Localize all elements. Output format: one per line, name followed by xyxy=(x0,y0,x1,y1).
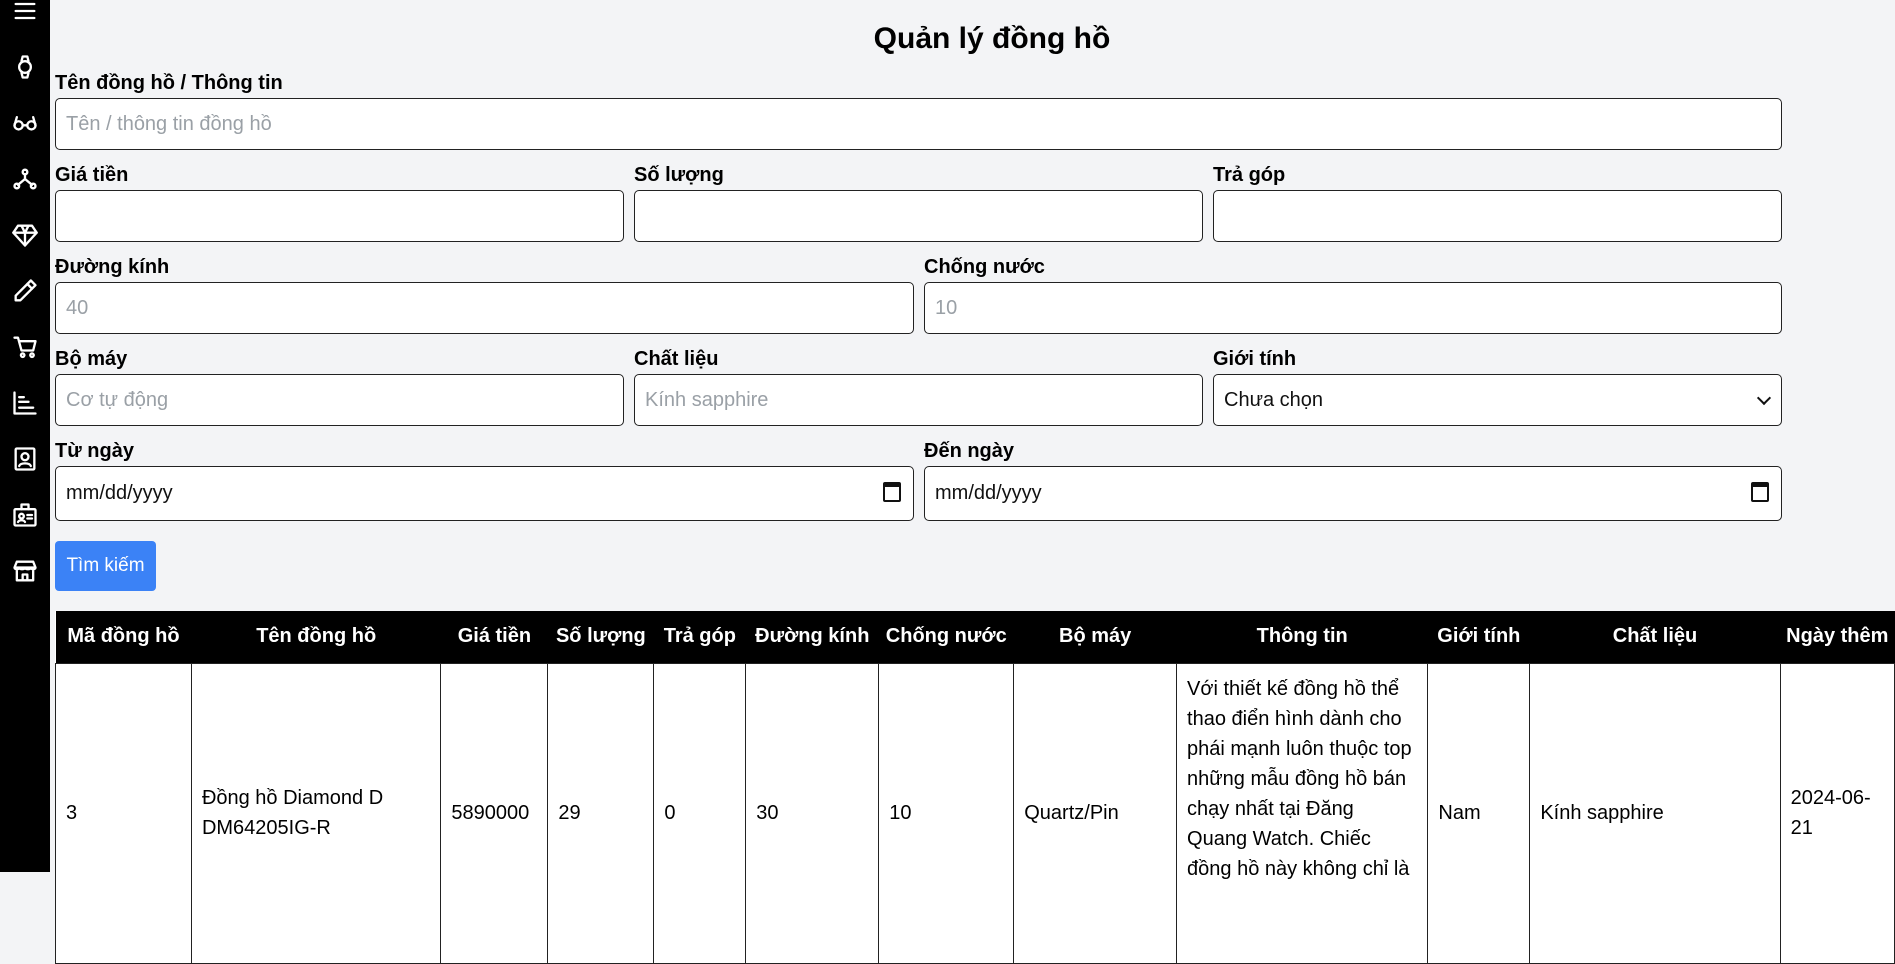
column-header: Thông tin xyxy=(1176,611,1428,663)
column-header: Đường kính xyxy=(745,611,879,663)
cell-water-resistance: 10 xyxy=(878,662,1015,964)
gender-select[interactable]: Chưa chọn xyxy=(1213,374,1782,426)
contact-card-icon[interactable] xyxy=(9,443,41,475)
table-header-row: Mã đồng hồ Tên đồng hồ Giá tiền Số lượng… xyxy=(55,611,1895,663)
cell-name: Đồng hồ Diamond D DM64205IG-R xyxy=(190,662,442,964)
store-icon[interactable] xyxy=(9,555,41,587)
chart-icon[interactable] xyxy=(9,387,41,419)
column-header: Tên đồng hồ xyxy=(191,611,441,663)
cell-movement: Quartz/Pin xyxy=(1013,662,1178,964)
cell-quantity: 29 xyxy=(547,662,655,964)
material-label: Chất liệu xyxy=(634,348,719,370)
column-header: Mã đồng hồ xyxy=(55,611,192,663)
column-header: Trả góp xyxy=(653,611,746,663)
calendar-icon[interactable] xyxy=(883,482,901,502)
calendar-icon[interactable] xyxy=(1751,482,1769,502)
cell-installment: 0 xyxy=(653,662,747,964)
to-date-input[interactable]: mm/dd/yyyy xyxy=(924,466,1782,521)
from-date-label: Từ ngày xyxy=(55,440,134,462)
column-header: Chất liệu xyxy=(1529,611,1781,663)
table-row[interactable]: 3 Đồng hồ Diamond D DM64205IG-R 5890000 … xyxy=(55,662,1895,964)
name-input[interactable]: Tên / thông tin đồng hồ xyxy=(55,98,1782,150)
movement-label: Bộ máy xyxy=(55,348,128,370)
diamond-icon[interactable] xyxy=(9,219,41,251)
water-resistance-input[interactable]: 10 xyxy=(924,282,1782,334)
diameter-label: Đường kính xyxy=(55,256,170,278)
chevron-down-icon xyxy=(1756,390,1772,406)
water-resistance-label: Chống nước xyxy=(924,256,1045,278)
search-button[interactable]: Tìm kiếm xyxy=(55,541,156,591)
movement-input[interactable]: Cơ tự động xyxy=(55,374,624,426)
cell-gender: Nam xyxy=(1427,662,1531,964)
cart-icon[interactable] xyxy=(9,331,41,363)
installment-input[interactable] xyxy=(1213,190,1782,242)
column-header: Số lượng xyxy=(547,611,654,663)
pen-icon[interactable] xyxy=(9,275,41,307)
watch-table: Mã đồng hồ Tên đồng hồ Giá tiền Số lượng… xyxy=(55,611,1895,964)
price-input[interactable] xyxy=(55,190,624,242)
cell-price: 5890000 xyxy=(440,662,549,964)
price-label: Giá tiền xyxy=(55,164,129,186)
diameter-input[interactable]: 40 xyxy=(55,282,914,334)
cell-date-added: 2024-06-21 xyxy=(1779,662,1895,964)
hub-icon[interactable] xyxy=(9,163,41,195)
main-content: Quản lý đồng hồ Tên đồng hồ / Thông tin … xyxy=(55,0,1895,964)
cell-material: Kính sapphire xyxy=(1529,662,1781,964)
quantity-input[interactable] xyxy=(634,190,1203,242)
column-header: Giá tiền xyxy=(440,611,548,663)
column-header: Giới tính xyxy=(1427,611,1530,663)
gender-label: Giới tính xyxy=(1213,348,1297,370)
quantity-label: Số lượng xyxy=(634,164,724,186)
column-header: Bộ máy xyxy=(1013,611,1177,663)
name-label: Tên đồng hồ / Thông tin xyxy=(55,72,283,94)
cell-id: 3 xyxy=(55,662,192,964)
id-badge-icon[interactable] xyxy=(9,499,41,531)
cell-info: Với thiết kế đồng hồ thể thao điển hình … xyxy=(1176,662,1429,964)
column-header: Ngày thêm xyxy=(1780,611,1895,663)
column-header: Chống nước xyxy=(878,611,1014,663)
to-date-label: Đến ngày xyxy=(924,440,1015,462)
sidebar xyxy=(0,0,50,872)
from-date-input[interactable]: mm/dd/yyyy xyxy=(55,466,914,521)
installment-label: Trả góp xyxy=(1213,164,1286,186)
material-input[interactable]: Kính sapphire xyxy=(634,374,1203,426)
glasses-icon[interactable] xyxy=(9,107,41,139)
cell-diameter: 30 xyxy=(745,662,880,964)
page-title: Quản lý đồng hồ xyxy=(873,22,1111,55)
